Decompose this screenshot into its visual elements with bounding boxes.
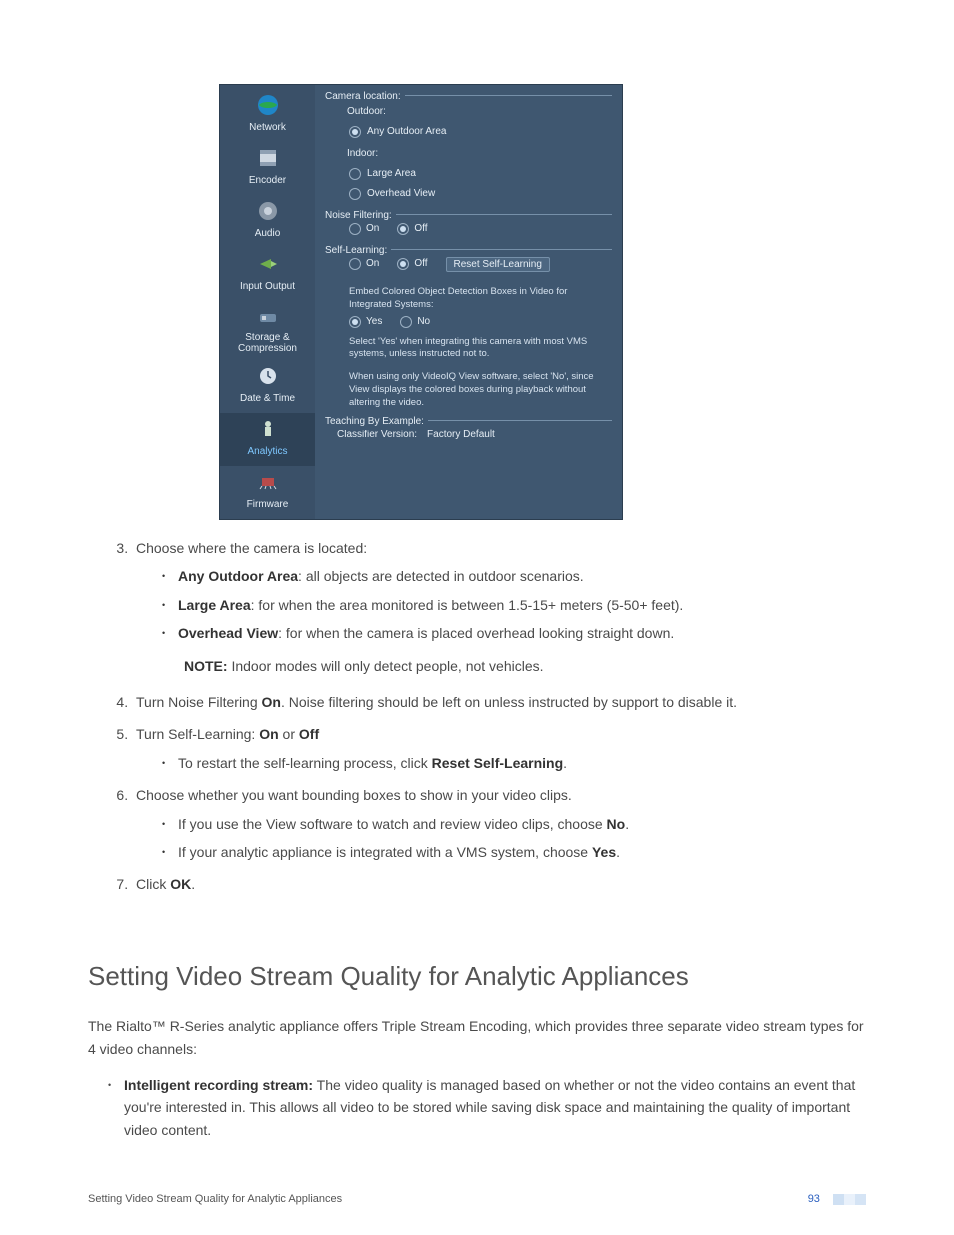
instruction-list: Choose where the camera is located: Any … bbox=[88, 537, 866, 896]
embed-note-2: When using only VideoIQ View software, s… bbox=[337, 367, 612, 409]
note-indoor: NOTE: Indoor modes will only detect peop… bbox=[184, 655, 866, 677]
sidebar-item-datetime[interactable]: Date & Time bbox=[220, 360, 315, 413]
radio-embed-yes[interactable] bbox=[349, 316, 361, 328]
page-number: 93 bbox=[808, 1193, 820, 1205]
radio-large-area[interactable] bbox=[349, 168, 361, 180]
step-3-text: Choose where the camera is located: bbox=[136, 540, 367, 556]
radio-label: Off bbox=[414, 256, 427, 272]
footer-title: Setting Video Stream Quality for Analyti… bbox=[88, 1191, 342, 1209]
film-icon bbox=[255, 145, 281, 171]
radio-label: Yes bbox=[366, 314, 382, 330]
self-learning-legend: Self-Learning: bbox=[325, 243, 391, 259]
sidebar-item-firmware[interactable]: Firmware bbox=[220, 466, 315, 519]
radio-sl-on[interactable] bbox=[349, 258, 361, 270]
sidebar-item-io[interactable]: Input Output bbox=[220, 248, 315, 301]
settings-sidebar: Network Encoder Audio Input Output bbox=[220, 85, 315, 519]
embed-note-1: Select 'Yes' when integrating this camer… bbox=[337, 332, 612, 362]
bullet-intelligent-stream: Intelligent recording stream: The video … bbox=[124, 1074, 866, 1141]
sidebar-item-encoder[interactable]: Encoder bbox=[220, 142, 315, 195]
classifier-value: Factory Default bbox=[427, 427, 495, 443]
radio-sl-off[interactable] bbox=[397, 258, 409, 270]
radio-embed-no[interactable] bbox=[400, 316, 412, 328]
step-6: Choose whether you want bounding boxes t… bbox=[132, 784, 866, 863]
radio-label: Any Outdoor Area bbox=[367, 124, 447, 140]
storage-icon bbox=[255, 304, 281, 330]
sidebar-label: Analytics bbox=[220, 444, 315, 460]
speaker-icon bbox=[255, 198, 281, 224]
arrow-io-icon bbox=[255, 251, 281, 277]
step-7: Click OK. bbox=[132, 873, 866, 895]
sidebar-item-audio[interactable]: Audio bbox=[220, 195, 315, 248]
sidebar-label: Encoder bbox=[220, 173, 315, 189]
section-heading: Setting Video Stream Quality for Analyti… bbox=[88, 956, 866, 998]
bullet-large-area: Large Area: for when the area monitored … bbox=[178, 594, 866, 616]
self-learning-group: Self-Learning: On Off Reset Self-Learnin… bbox=[325, 249, 612, 410]
radio-label: Off bbox=[414, 221, 427, 237]
sidebar-label: Input Output bbox=[220, 279, 315, 295]
bullet-choose-no: If you use the View software to watch an… bbox=[178, 813, 866, 835]
radio-label: Large Area bbox=[367, 166, 416, 182]
noise-filtering-group: Noise Filtering: On Off bbox=[325, 214, 612, 239]
person-icon bbox=[255, 416, 281, 442]
bullet-overhead: Overhead View: for when the camera is pl… bbox=[178, 622, 866, 644]
sidebar-label: Audio bbox=[220, 226, 315, 242]
camera-location-legend: Camera location: bbox=[325, 89, 405, 105]
bullet-reset-sl: To restart the self-learning process, cl… bbox=[178, 752, 866, 774]
step-4: Turn Noise Filtering On. Noise filtering… bbox=[132, 691, 866, 713]
page-footer: Setting Video Stream Quality for Analyti… bbox=[88, 1191, 866, 1209]
radio-label: No bbox=[417, 314, 430, 330]
sidebar-item-network[interactable]: Network bbox=[220, 89, 315, 142]
teaching-group: Teaching By Example: Classifier Version:… bbox=[325, 420, 612, 445]
footer-decoration-icon bbox=[833, 1194, 866, 1205]
teaching-legend: Teaching By Example: bbox=[325, 414, 428, 430]
clock-icon bbox=[255, 363, 281, 389]
chip-icon bbox=[255, 469, 281, 495]
bullet-any-outdoor: Any Outdoor Area: all objects are detect… bbox=[178, 565, 866, 587]
radio-any-outdoor[interactable] bbox=[349, 126, 361, 138]
indoor-label: Indoor: bbox=[337, 142, 612, 164]
sidebar-label: Storage & Compression bbox=[220, 332, 315, 354]
sidebar-label: Date & Time bbox=[220, 391, 315, 407]
step-5: Turn Self-Learning: On or Off To restart… bbox=[132, 723, 866, 774]
settings-panel: Network Encoder Audio Input Output bbox=[220, 85, 622, 519]
camera-location-group: Camera location: Outdoor: Any Outdoor Ar… bbox=[325, 95, 612, 204]
sidebar-label: Network bbox=[220, 120, 315, 136]
sidebar-item-analytics[interactable]: Analytics bbox=[220, 413, 315, 466]
radio-noise-on[interactable] bbox=[349, 223, 361, 235]
radio-noise-off[interactable] bbox=[397, 223, 409, 235]
radio-overhead[interactable] bbox=[349, 188, 361, 200]
noise-legend: Noise Filtering: bbox=[325, 208, 396, 224]
radio-label: Overhead View bbox=[367, 186, 435, 202]
globe-icon bbox=[255, 92, 281, 118]
reset-self-learning-button[interactable]: Reset Self-Learning bbox=[446, 257, 550, 272]
sidebar-item-storage[interactable]: Storage & Compression bbox=[220, 301, 315, 360]
section-intro: The Rialto™ R-Series analytic appliance … bbox=[88, 1015, 866, 1060]
embed-question: Embed Colored Object Detection Boxes in … bbox=[337, 282, 612, 312]
settings-content: Camera location: Outdoor: Any Outdoor Ar… bbox=[315, 85, 622, 519]
sidebar-label: Firmware bbox=[220, 497, 315, 513]
bullet-choose-yes: If your analytic appliance is integrated… bbox=[178, 841, 866, 863]
